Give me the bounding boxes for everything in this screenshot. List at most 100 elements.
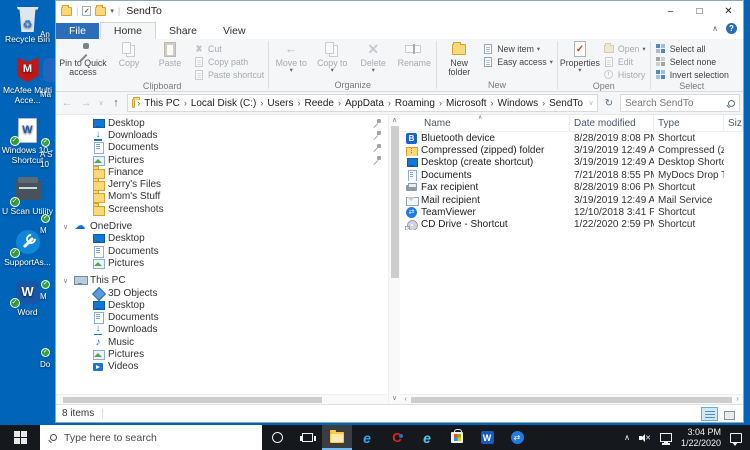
copy-path-button[interactable]: Copy path: [191, 56, 266, 68]
copy-button[interactable]: Copy: [109, 40, 149, 68]
nav-item-desktop[interactable]: Desktop: [56, 299, 388, 311]
nav-item-pictures[interactable]: Pictures: [56, 348, 388, 360]
file-row[interactable]: Compressed (zipped) folder3/19/2019 12:4…: [400, 144, 743, 156]
start-button[interactable]: [0, 425, 40, 450]
close-button[interactable]: ✕: [714, 1, 743, 21]
nav-horizontal-scrollbar[interactable]: [56, 394, 388, 404]
taskbar-button-task-view[interactable]: [292, 425, 322, 450]
taskbar-button-edge[interactable]: e: [352, 425, 382, 450]
copy-to-button[interactable]: Copy to▾: [312, 40, 352, 75]
move-to-button[interactable]: ←Move to▾: [271, 40, 311, 75]
breadcrumb-segment[interactable]: Windows: [495, 98, 542, 109]
up-button[interactable]: ↑: [108, 97, 124, 109]
tab-view[interactable]: View: [210, 23, 259, 39]
select-all-button[interactable]: Select all: [653, 43, 731, 55]
file-row[interactable]: Fax recipient8/28/2019 8:06 PMShortcut: [400, 182, 743, 194]
breadcrumb-segment[interactable]: Roaming: [392, 98, 438, 109]
recent-locations-dropdown-icon[interactable]: ∨: [97, 99, 105, 107]
open-button[interactable]: Open▾: [601, 43, 648, 55]
breadcrumb-segment[interactable]: Users: [264, 98, 296, 109]
breadcrumb[interactable]: ›This PC›Local Disk (C:)›Users›Reede›App…: [127, 94, 598, 112]
network-icon[interactable]: [660, 433, 672, 442]
breadcrumb-separator-icon[interactable]: ›: [297, 98, 302, 108]
taskbar-button-cortana[interactable]: [262, 425, 292, 450]
qat-customize-dropdown-icon[interactable]: ▾: [110, 7, 114, 15]
file-row[interactable]: TeamViewer12/10/2018 3:41 PMShortcut: [400, 206, 743, 218]
nav-item-downloads[interactable]: Downloads: [56, 129, 388, 141]
breadcrumb-segment[interactable]: SendTo: [546, 98, 586, 109]
scroll-left-icon[interactable]: ‹: [400, 396, 411, 403]
nav-item-music[interactable]: Music: [56, 336, 388, 348]
address-dropdown-icon[interactable]: ∨: [587, 99, 595, 107]
nav-item-3d-objects[interactable]: 3D Objects: [56, 287, 388, 299]
nav-item-documents[interactable]: Documents: [56, 245, 388, 257]
taskbar-button-file-explorer[interactable]: [322, 425, 352, 450]
hidden-icons-chevron-icon[interactable]: ∧: [624, 433, 630, 442]
details-view-button[interactable]: [701, 407, 718, 421]
edit-button[interactable]: Edit: [601, 56, 648, 68]
file-row[interactable]: Desktop (create shortcut)3/19/2019 12:49…: [400, 157, 743, 169]
clock[interactable]: 3:04 PM 1/22/2020: [681, 427, 721, 449]
paste-button[interactable]: Paste: [150, 40, 190, 68]
paste-shortcut-button[interactable]: Paste shortcut: [191, 69, 266, 81]
history-button[interactable]: History: [601, 69, 648, 81]
nav-item-documents[interactable]: Documents: [56, 142, 388, 154]
nav-item-videos[interactable]: Videos: [56, 361, 388, 373]
scroll-right-icon[interactable]: ›: [732, 396, 743, 403]
qat-new-folder-icon[interactable]: [95, 7, 106, 16]
nav-item-screenshots[interactable]: Screenshots: [56, 203, 388, 215]
scroll-down-icon[interactable]: ∨: [392, 393, 397, 404]
taskbar-button-store[interactable]: [442, 425, 472, 450]
maximize-button[interactable]: □: [685, 1, 714, 21]
help-icon[interactable]: ?: [726, 23, 737, 34]
new-folder-button[interactable]: New folder: [439, 40, 479, 77]
breadcrumb-segment[interactable]: Local Disk (C:): [188, 98, 260, 109]
delete-button[interactable]: ✕Delete▾: [353, 40, 393, 75]
column-header-type[interactable]: Type: [654, 115, 724, 131]
refresh-icon[interactable]: ↻: [601, 98, 617, 109]
rename-button[interactable]: Rename: [394, 40, 434, 68]
qat-properties-icon[interactable]: ✓: [82, 6, 91, 16]
nav-item-this-pc[interactable]: ∨This PC: [56, 275, 388, 287]
breadcrumb-separator-icon[interactable]: ›: [490, 98, 495, 108]
select-none-button[interactable]: Select none: [653, 56, 731, 68]
taskbar-button-word[interactable]: W: [472, 425, 502, 450]
nav-item-desktop[interactable]: Desktop: [56, 117, 388, 129]
forward-button[interactable]: →: [78, 97, 94, 109]
breadcrumb-segment[interactable]: This PC: [141, 98, 183, 109]
column-header-size[interactable]: Size: [724, 115, 743, 131]
action-center-icon[interactable]: [730, 433, 742, 443]
file-row[interactable]: Mail recipient3/19/2019 12:49 AMMail Ser…: [400, 194, 743, 206]
file-row[interactable]: Documents7/21/2018 8:55 PMMyDocs Drop Ta…: [400, 169, 743, 181]
nav-item-jerry-s-files[interactable]: Jerry's Files: [56, 178, 388, 190]
cut-button[interactable]: Cut: [191, 43, 266, 55]
nav-item-desktop[interactable]: Desktop: [56, 233, 388, 245]
nav-item-pictures[interactable]: Pictures: [56, 154, 388, 166]
minimize-ribbon-icon[interactable]: ∧: [712, 24, 718, 33]
nav-item-onedrive[interactable]: ∨OneDrive: [56, 220, 388, 232]
tab-share[interactable]: Share: [156, 23, 210, 39]
tab-file[interactable]: File: [56, 23, 99, 39]
chevron-expanded-icon[interactable]: ∨: [63, 277, 68, 285]
easy-access-button[interactable]: Easy access▾: [480, 56, 555, 68]
minimize-button[interactable]: –: [656, 1, 685, 21]
file-row[interactable]: CD Drive - Shortcut1/22/2020 2:59 PMShor…: [400, 219, 743, 231]
tab-home[interactable]: Home: [100, 22, 156, 39]
properties-button[interactable]: ✓Properties▾: [560, 40, 600, 75]
chevron-expanded-icon[interactable]: ∨: [63, 223, 68, 231]
nav-item-documents[interactable]: Documents: [56, 311, 388, 323]
search-icon[interactable]: [728, 100, 735, 107]
column-header-date-modified[interactable]: Date modified: [570, 115, 654, 131]
column-header-name[interactable]: Name: [400, 115, 570, 131]
scroll-up-icon[interactable]: ∧: [392, 115, 397, 126]
taskbar-button-ccleaner[interactable]: C: [382, 425, 412, 450]
volume-muted-icon[interactable]: ✕: [639, 433, 651, 443]
files-horizontal-scrollbar[interactable]: ‹ ›: [400, 394, 743, 404]
taskbar-button-internet-explorer[interactable]: e: [412, 425, 442, 450]
taskbar-button-teamviewer[interactable]: ⇄: [502, 425, 532, 450]
nav-vertical-scrollbar[interactable]: ∧ ∨: [388, 115, 400, 404]
large-icons-view-button[interactable]: [720, 407, 737, 421]
invert-selection-button[interactable]: Invert selection: [653, 69, 731, 81]
nav-item-finance[interactable]: Finance: [56, 166, 388, 178]
breadcrumb-segment[interactable]: Reede: [302, 98, 337, 109]
